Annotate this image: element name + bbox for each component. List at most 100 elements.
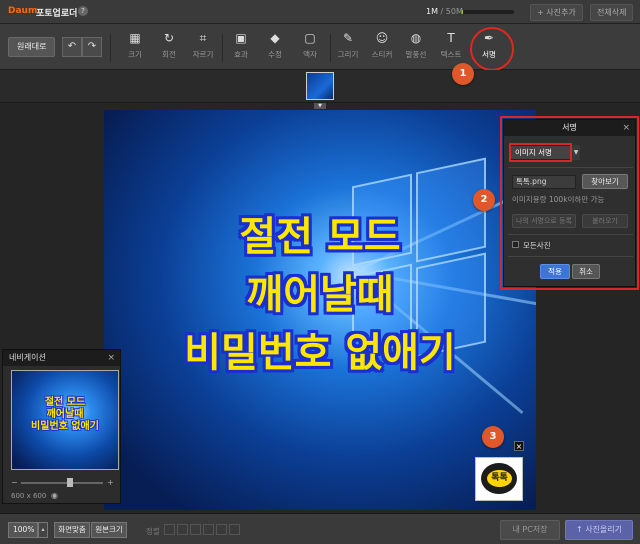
signature-panel: 서명 × 이미지 서명 ▼ 톡톡.png 찾아보기 이미지용량 100k이하만 … [503,119,636,287]
load-signature-button[interactable]: 불러오기 [582,214,628,228]
storage-bar-fill [462,10,464,14]
image-dimensions: 600 x 600 [11,492,47,500]
toolbar-divider [110,34,111,62]
resize-icon: ▦ [129,31,141,45]
original-size-button[interactable]: 원본크기 [91,522,127,538]
tool-label: 텍스트 [440,50,462,59]
tool-label: 효과 [234,50,248,59]
preview-line: 절전 모드 [44,397,86,408]
headline-line: 절전 모드 [239,214,401,260]
zoom-dropdown-icon[interactable]: ▴ [38,522,48,538]
align-top-icon[interactable] [203,524,214,535]
step-marker-1: 1 [452,63,474,85]
step-marker-2: 2 [473,189,495,211]
signature-sticker[interactable]: 톡톡 [475,457,523,501]
align-label: 정렬 [146,527,160,536]
navigation-header: 네비게이션 × [3,350,120,366]
align-right-icon[interactable] [190,524,201,535]
toolbar: 원래대로 ↶ ↷ ▦ 크기 ↻ 회전 ⌗ 자르기 ▣ 효과 ◆ 수정 ▢ 액자 ✎ 그리기 ☺… [0,24,640,70]
close-icon[interactable]: × [107,350,115,366]
signature-text: 톡톡 [487,470,512,487]
zoom-slider-handle[interactable] [67,478,74,487]
tool-sticker[interactable]: ☺ 스티커 [364,30,400,66]
select-highlight [509,143,572,162]
browse-button[interactable]: 찾아보기 [582,174,628,189]
preview-line: 깨어날때 [46,409,84,420]
effect-icon: ▣ [235,31,247,45]
signature-file-field[interactable]: 톡톡.png [512,175,576,189]
storage-usage: 1M / 50M [426,7,463,16]
chevron-down-icon[interactable]: ▼ [572,145,580,160]
signature-tool-highlight [470,27,514,71]
photo-canvas[interactable]: 절전 모드 깨어날때 비밀번호 없애기 [104,110,536,510]
speech-bubble-icon: ◍ [410,31,422,45]
align-middle-icon[interactable] [216,524,227,535]
collapse-filmstrip-icon[interactable]: ▼ [314,103,326,109]
tool-resize[interactable]: ▦ 크기 [117,30,153,66]
preview-line: 비밀번호 없애기 [31,421,99,432]
step-marker-3: 3 [482,426,504,448]
tool-label: 말풍선 [405,50,427,59]
zoom-out-icon[interactable]: − [11,478,18,487]
zoom-in-icon[interactable]: + [107,478,114,487]
storage-used: 1M [426,7,438,16]
headline-line: 깨어날때 [246,272,394,318]
fit-screen-button[interactable]: 화면맞춤 [54,522,90,538]
title-bar: Daum 포토업로더 ? 1M / 50M + 사진추가 전체삭제 [0,0,640,24]
cancel-button[interactable]: 취소 [572,264,600,279]
rotate-icon: ↻ [163,31,175,45]
tool-label: 스티커 [371,50,393,59]
tool-effect[interactable]: ▣ 효과 [223,30,259,66]
storage-total: / 50M [440,7,463,16]
divider [508,234,633,235]
frame-icon: ▢ [304,31,316,45]
navigation-title: 네비게이션 [9,353,46,362]
headline-line: 비밀번호 없애기 [184,330,456,376]
tool-crop[interactable]: ⌗ 자르기 [185,30,221,66]
register-signature-button[interactable]: 나의 서명으로 등록 [512,214,576,228]
zoom-slider-track[interactable] [21,482,103,484]
adjust-icon: ◆ [270,31,280,45]
align-center-icon[interactable] [177,524,188,535]
crop-icon: ⌗ [199,31,207,45]
save-to-pc-button[interactable]: 내 PC저장 [500,520,560,540]
photo-thumbnail[interactable] [306,72,334,100]
daum-logo: Daum [8,6,38,16]
size-limit-note: 이미지용량 100k이하만 가능 [512,195,605,204]
add-photo-button[interactable]: + 사진추가 [530,4,583,21]
upload-photos-button[interactable]: ↑ 사진올리기 [565,520,633,540]
delete-all-button[interactable]: 전체삭제 [590,4,634,21]
chat-bubble-icon: 톡톡 [481,463,517,494]
align-bottom-icon[interactable] [229,524,240,535]
tool-text[interactable]: T 텍스트 [433,30,469,66]
signature-remove-icon[interactable]: × [514,441,524,451]
all-photos-label: 모든사진 [523,241,551,250]
storage-bar [462,10,514,14]
divider [508,256,633,257]
tool-speech-bubble[interactable]: ◍ 말풍선 [398,30,434,66]
redo-icon[interactable]: ↷ [82,37,102,57]
app-title: 포토업로더 [36,9,78,19]
text-icon: T [447,31,455,45]
reset-original-button[interactable]: 원래대로 [8,37,56,57]
tool-rotate[interactable]: ↻ 회전 [151,30,187,66]
tool-adjust[interactable]: ◆ 수정 [257,30,293,66]
tool-label: 액자 [303,50,317,59]
smiley-icon: ☺ [375,31,389,45]
signature-panel-header: 서명 × [504,120,635,136]
apply-button[interactable]: 적용 [540,264,570,279]
eye-icon[interactable]: ◉ [51,491,58,500]
tool-frame[interactable]: ▢ 액자 [292,30,328,66]
tool-label: 크기 [128,50,142,59]
filmstrip [0,70,640,103]
all-photos-checkbox[interactable] [512,241,519,248]
zoom-level-field[interactable]: 100% [8,522,38,538]
close-icon[interactable]: × [622,120,630,136]
help-icon[interactable]: ? [78,6,88,16]
divider [508,167,633,168]
align-left-icon[interactable] [164,524,175,535]
tool-label: 회전 [162,50,176,59]
undo-icon[interactable]: ↶ [62,37,82,57]
navigation-preview[interactable]: 절전 모드 깨어날때 비밀번호 없애기 [11,370,119,470]
tool-draw[interactable]: ✎ 그리기 [330,30,366,66]
